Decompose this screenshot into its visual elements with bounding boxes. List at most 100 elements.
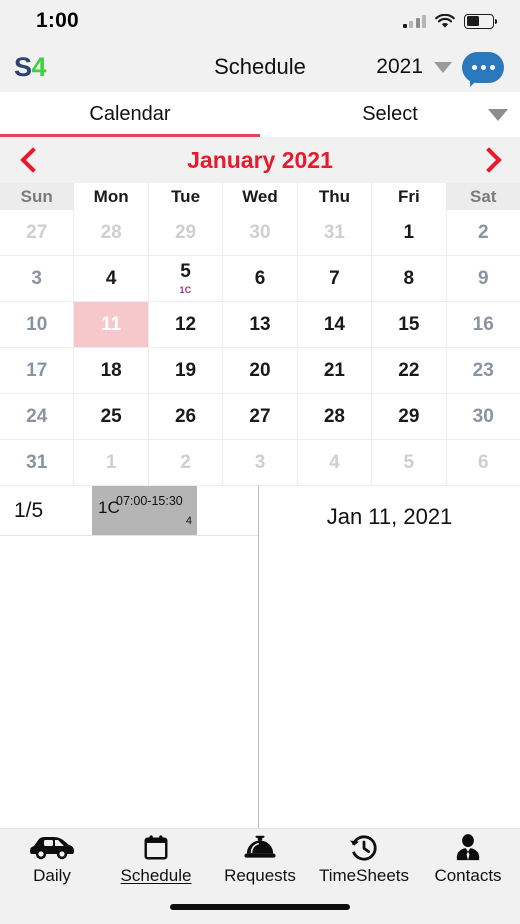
- calendar-week-row: 24 25 26 27 28 29 30: [0, 394, 520, 440]
- calendar-day-26[interactable]: 26: [148, 394, 224, 440]
- calendar-day-7[interactable]: 7: [297, 256, 373, 302]
- day-number: 8: [403, 268, 415, 289]
- calendar-day-15[interactable]: 15: [372, 302, 447, 348]
- calendar-day-30[interactable]: 30: [223, 210, 298, 256]
- day-number: 29: [174, 222, 197, 243]
- calendar-day-30[interactable]: 30: [446, 394, 520, 440]
- calendar-day-29[interactable]: 29: [148, 210, 224, 256]
- tab-schedule[interactable]: Schedule: [104, 829, 208, 890]
- day-number: 17: [26, 360, 48, 381]
- calendar-day-4[interactable]: 4: [74, 256, 149, 302]
- chevron-left-icon[interactable]: [20, 147, 42, 173]
- calendar-day-16[interactable]: 16: [446, 302, 520, 348]
- chevron-down-icon: [488, 108, 508, 121]
- calendar-day-29[interactable]: 29: [372, 394, 447, 440]
- calendar-day-5[interactable]: 5: [372, 440, 447, 486]
- message-bubble-icon[interactable]: [462, 51, 504, 87]
- day-number: 31: [323, 222, 345, 243]
- tab-contacts[interactable]: Contacts: [416, 829, 520, 890]
- shift-event-block[interactable]: 1C 07:00-15:30 4: [92, 486, 197, 535]
- chevron-down-icon: [434, 61, 452, 73]
- calendar-day-9[interactable]: 9: [446, 256, 520, 302]
- day-number: 12: [174, 314, 197, 335]
- calendar-day-31[interactable]: 31: [297, 210, 373, 256]
- day-number: 29: [398, 406, 420, 427]
- calendar-day-28[interactable]: 28: [74, 210, 149, 256]
- calendar-day-5[interactable]: 5 1C: [148, 256, 224, 302]
- calendar-day-1[interactable]: 1: [74, 440, 149, 486]
- day-number: 27: [249, 406, 271, 427]
- year-selector[interactable]: 2021: [376, 55, 452, 79]
- weekday-header-tue: Tue: [148, 183, 224, 210]
- day-number: 30: [472, 406, 494, 427]
- calendar-day-2[interactable]: 2: [148, 440, 224, 486]
- tab-label: Requests: [224, 866, 296, 885]
- chevron-right-icon[interactable]: [478, 147, 500, 173]
- tab-requests[interactable]: Requests: [208, 829, 312, 890]
- day-number: 2: [180, 452, 191, 473]
- battery-icon: [464, 13, 498, 29]
- calendar-day-3[interactable]: 3: [0, 256, 75, 302]
- tab-select[interactable]: Select: [260, 92, 520, 137]
- day-number: 28: [100, 222, 122, 243]
- tab-timesheets[interactable]: TimeSheets: [312, 829, 416, 890]
- day-number: 18: [100, 360, 122, 381]
- weekday-header-thu: Thu: [297, 183, 373, 210]
- detail-area: 1/5 1C 07:00-15:30 4 Jan 11, 2021: [0, 486, 520, 828]
- weekday-header-mon: Mon: [74, 183, 149, 210]
- calendar-day-12[interactable]: 12: [148, 302, 224, 348]
- home-indicator-area: [0, 890, 520, 924]
- bottom-tab-bar: Daily Schedule Requests TimeSheets Contacts: [0, 828, 520, 890]
- cellular-signal-icon: [402, 14, 426, 28]
- table-row[interactable]: 1/5 1C 07:00-15:30 4: [0, 486, 258, 536]
- calendar-icon: [142, 833, 170, 863]
- calendar-day-6[interactable]: 6: [223, 256, 298, 302]
- calendar-day-14[interactable]: 14: [297, 302, 373, 348]
- calendar-day-17[interactable]: 17: [0, 348, 75, 394]
- calendar-week-row: 17 18 19 20 21 22 23: [0, 348, 520, 394]
- calendar-day-11[interactable]: 11: [74, 302, 149, 348]
- calendar-day-25[interactable]: 25: [74, 394, 149, 440]
- calendar-day-10[interactable]: 10: [0, 302, 75, 348]
- day-number: 31: [26, 452, 48, 473]
- calendar-day-3[interactable]: 3: [223, 440, 298, 486]
- clock-history-icon: [349, 833, 379, 863]
- day-number: 5: [403, 452, 415, 473]
- calendar-day-23[interactable]: 23: [446, 348, 520, 394]
- calendar-day-1[interactable]: 1: [372, 210, 447, 256]
- nav-bar: S4 Schedule 2021: [0, 42, 520, 92]
- wifi-icon: [435, 13, 455, 29]
- calendar-day-19[interactable]: 19: [148, 348, 224, 394]
- day-number: 22: [398, 360, 420, 381]
- calendar-day-22[interactable]: 22: [372, 348, 447, 394]
- calendar-day-27[interactable]: 27: [0, 210, 75, 256]
- weekday-header-wed: Wed: [223, 183, 298, 210]
- tab-calendar[interactable]: Calendar: [0, 92, 260, 137]
- tab-calendar-label: Calendar: [89, 103, 171, 125]
- calendar-day-18[interactable]: 18: [74, 348, 149, 394]
- day-number: 13: [249, 314, 271, 335]
- calendar-day-24[interactable]: 24: [0, 394, 75, 440]
- tab-daily[interactable]: Daily: [0, 829, 104, 890]
- calendar-day-2[interactable]: 2: [446, 210, 520, 256]
- calendar-day-4[interactable]: 4: [297, 440, 373, 486]
- calendar-day-31[interactable]: 31: [0, 440, 75, 486]
- calendar-day-20[interactable]: 20: [223, 348, 298, 394]
- day-number: 30: [249, 222, 271, 243]
- weekday-header-sat: Sat: [446, 183, 520, 210]
- tab-label: TimeSheets: [318, 866, 410, 885]
- month-navigation: January 2021: [0, 137, 520, 183]
- calendar-day-8[interactable]: 8: [372, 256, 447, 302]
- day-number: 14: [323, 314, 345, 335]
- shift-count: 4: [185, 515, 192, 527]
- segment-tabs: Calendar Select: [0, 92, 520, 137]
- calendar-day-21[interactable]: 21: [297, 348, 373, 394]
- calendar-day-27[interactable]: 27: [223, 394, 298, 440]
- calendar-day-28[interactable]: 28: [297, 394, 373, 440]
- day-number: 20: [249, 360, 271, 381]
- tab-label: Schedule: [120, 866, 192, 885]
- calendar-day-6[interactable]: 6: [446, 440, 520, 486]
- logo-letter-s: S: [14, 51, 32, 82]
- home-indicator[interactable]: [170, 904, 350, 910]
- calendar-day-13[interactable]: 13: [223, 302, 298, 348]
